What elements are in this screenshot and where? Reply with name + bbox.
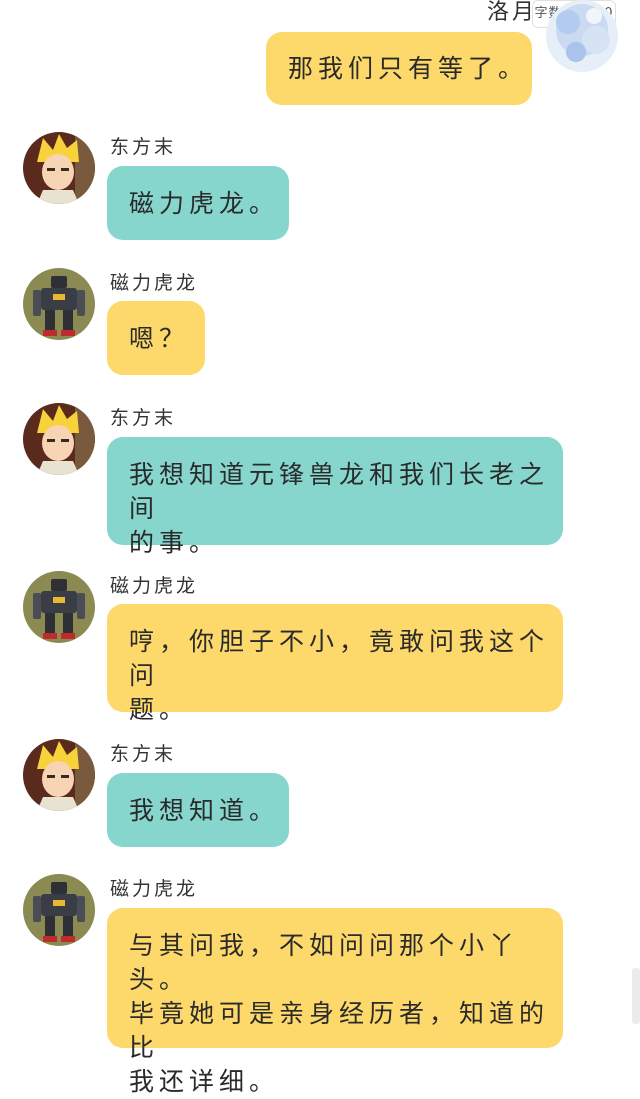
message-bubble[interactable]: 与其问我，不如问问那个小丫头。 毕竟她可是亲身经历者，知道的比 我还详细。 bbox=[107, 908, 563, 1096]
robot-avatar-icon[interactable] bbox=[23, 268, 95, 340]
message-text: 嗯？ bbox=[129, 324, 190, 353]
message-bubble[interactable]: 我想知道。 bbox=[107, 773, 289, 847]
message-text-line: 与其问我，不如问问那个小丫头。 bbox=[129, 931, 520, 994]
self-name: 洛月 bbox=[487, 0, 538, 25]
sender-name: 磁力虎龙 bbox=[110, 878, 199, 900]
sender-name: 磁力虎龙 bbox=[110, 575, 199, 597]
message-text: 我想知道。 bbox=[129, 796, 280, 825]
robot-avatar-icon[interactable] bbox=[23, 571, 95, 643]
message-text: 磁力虎龙。 bbox=[129, 189, 280, 218]
message-text: 那我们只有等了。 bbox=[288, 54, 529, 83]
watercolor-avatar-icon[interactable] bbox=[546, 0, 618, 72]
message-text-line: 我还详细。 bbox=[129, 1067, 280, 1096]
message-bubble[interactable]: 我想知道元锋兽龙和我们长老之间 的事。 bbox=[107, 437, 563, 557]
sender-name: 东方末 bbox=[110, 743, 177, 765]
sender-name: 东方末 bbox=[110, 136, 177, 158]
message-text-line: 我想知道元锋兽龙和我们长老之间 bbox=[129, 460, 550, 523]
message-text-line: 的事。 bbox=[129, 528, 220, 557]
message-bubble[interactable]: 那我们只有等了。 bbox=[266, 32, 532, 105]
message-bubble[interactable]: 嗯？ bbox=[107, 301, 205, 375]
message-text-line: 题。 bbox=[129, 695, 190, 724]
sender-name: 东方末 bbox=[110, 407, 177, 429]
blonde-boy-avatar-icon[interactable] bbox=[23, 403, 95, 475]
scrollbar-thumb[interactable] bbox=[632, 968, 640, 1024]
blonde-boy-avatar-icon[interactable] bbox=[23, 739, 95, 811]
message-text-line: 毕竟她可是亲身经历者，知道的比 bbox=[129, 999, 550, 1062]
message-bubble[interactable]: 磁力虎龙。 bbox=[107, 166, 289, 240]
robot-avatar-icon[interactable] bbox=[23, 874, 95, 946]
sender-name: 磁力虎龙 bbox=[110, 272, 199, 294]
message-text-line: 哼，你胆子不小，竟敢问我这个问 bbox=[129, 627, 550, 690]
message-bubble[interactable]: 哼，你胆子不小，竟敢问我这个问 题。 bbox=[107, 604, 563, 724]
blonde-boy-avatar-icon[interactable] bbox=[23, 132, 95, 204]
